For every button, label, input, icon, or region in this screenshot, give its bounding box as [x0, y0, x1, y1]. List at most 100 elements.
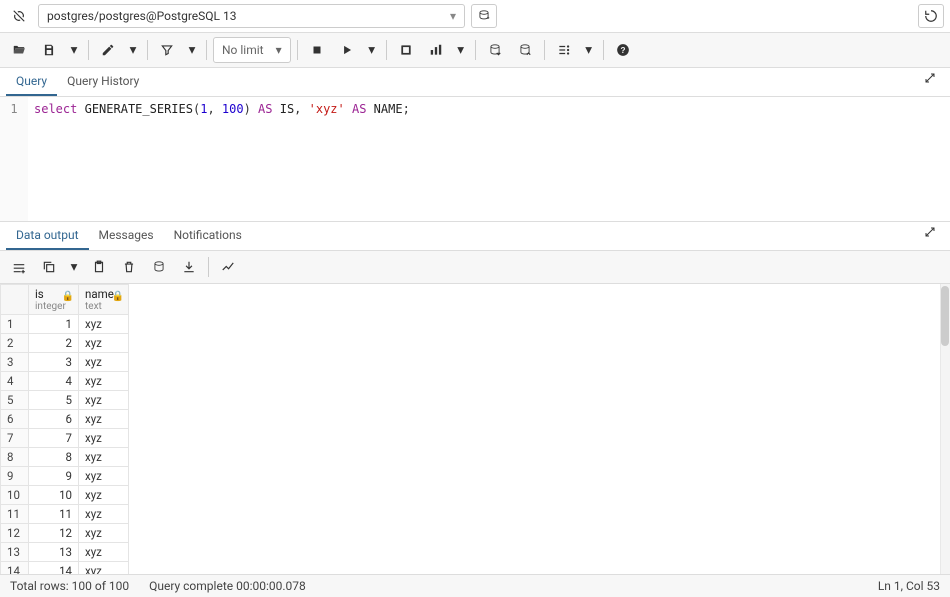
cell-is[interactable]: 10 — [29, 486, 79, 505]
cell-name[interactable]: xyz — [79, 467, 129, 486]
copy-button[interactable] — [36, 254, 62, 280]
table-row[interactable]: 1111xyz — [1, 505, 129, 524]
cell-name[interactable]: xyz — [79, 562, 129, 575]
column-header-is[interactable]: is integer 🔒 — [29, 285, 79, 315]
cell-is[interactable]: 1 — [29, 315, 79, 334]
copy-dropdown[interactable]: ▾ — [66, 254, 82, 280]
explain-dropdown[interactable]: ▾ — [453, 37, 469, 63]
download-button[interactable] — [176, 254, 202, 280]
reset-layout-button[interactable] — [918, 4, 944, 28]
tab-notifications[interactable]: Notifications — [164, 222, 252, 250]
row-number[interactable]: 13 — [1, 543, 29, 562]
cell-name[interactable]: xyz — [79, 543, 129, 562]
expand-editor-button[interactable] — [916, 68, 944, 96]
cell-name[interactable]: xyz — [79, 429, 129, 448]
cell-is[interactable]: 2 — [29, 334, 79, 353]
sql-code[interactable]: select GENERATE_SERIES(1, 100) AS IS, 'x… — [28, 97, 950, 221]
vertical-scrollbar[interactable] — [940, 284, 950, 574]
table-row[interactable]: 33xyz — [1, 353, 129, 372]
cell-is[interactable]: 5 — [29, 391, 79, 410]
new-connection-button[interactable] — [471, 4, 497, 28]
table-row[interactable]: 55xyz — [1, 391, 129, 410]
filter-dropdown[interactable]: ▾ — [184, 37, 200, 63]
row-number[interactable]: 8 — [1, 448, 29, 467]
table-row[interactable]: 1414xyz — [1, 562, 129, 575]
explain-analyze-button[interactable] — [423, 37, 449, 63]
add-row-button[interactable] — [6, 254, 32, 280]
cell-is[interactable]: 14 — [29, 562, 79, 575]
tab-query[interactable]: Query — [6, 68, 57, 96]
row-number[interactable]: 4 — [1, 372, 29, 391]
save-button[interactable] — [36, 37, 62, 63]
row-number[interactable]: 14 — [1, 562, 29, 575]
filter-button[interactable] — [154, 37, 180, 63]
table-row[interactable]: 11xyz — [1, 315, 129, 334]
row-number[interactable]: 1 — [1, 315, 29, 334]
cell-is[interactable]: 8 — [29, 448, 79, 467]
cell-name[interactable]: xyz — [79, 486, 129, 505]
row-number[interactable]: 3 — [1, 353, 29, 372]
cell-is[interactable]: 6 — [29, 410, 79, 429]
cell-is[interactable]: 13 — [29, 543, 79, 562]
rollback-button[interactable] — [512, 37, 538, 63]
macros-button[interactable] — [551, 37, 577, 63]
execute-button[interactable] — [334, 37, 360, 63]
cell-name[interactable]: xyz — [79, 524, 129, 543]
cell-name[interactable]: xyz — [79, 410, 129, 429]
cell-name[interactable]: xyz — [79, 448, 129, 467]
edit-button[interactable] — [95, 37, 121, 63]
column-header-name[interactable]: name text 🔒 — [79, 285, 129, 315]
table-row[interactable]: 88xyz — [1, 448, 129, 467]
row-number[interactable]: 7 — [1, 429, 29, 448]
tab-query-history[interactable]: Query History — [57, 68, 149, 96]
row-number[interactable]: 2 — [1, 334, 29, 353]
graph-visualizer-button[interactable] — [215, 254, 241, 280]
cell-name[interactable]: xyz — [79, 372, 129, 391]
data-grid-container[interactable]: is integer 🔒 name text 🔒 11xyz22xyz33xyz… — [0, 284, 950, 574]
table-row[interactable]: 1010xyz — [1, 486, 129, 505]
table-row[interactable]: 99xyz — [1, 467, 129, 486]
table-row[interactable]: 22xyz — [1, 334, 129, 353]
save-data-button[interactable] — [146, 254, 172, 280]
tab-messages[interactable]: Messages — [89, 222, 164, 250]
sql-editor[interactable]: 1 select GENERATE_SERIES(1, 100) AS IS, … — [0, 97, 950, 221]
connection-select[interactable]: postgres/postgres@PostgreSQL 13 ▾ — [38, 4, 465, 28]
save-dropdown[interactable]: ▾ — [66, 37, 82, 63]
row-number[interactable]: 10 — [1, 486, 29, 505]
explain-button[interactable] — [393, 37, 419, 63]
open-file-button[interactable] — [6, 37, 32, 63]
delete-button[interactable] — [116, 254, 142, 280]
row-number-header[interactable] — [1, 285, 29, 315]
edit-dropdown[interactable]: ▾ — [125, 37, 141, 63]
table-row[interactable]: 66xyz — [1, 410, 129, 429]
table-row[interactable]: 77xyz — [1, 429, 129, 448]
cell-is[interactable]: 11 — [29, 505, 79, 524]
cell-is[interactable]: 3 — [29, 353, 79, 372]
cell-name[interactable]: xyz — [79, 505, 129, 524]
commit-button[interactable] — [482, 37, 508, 63]
row-number[interactable]: 12 — [1, 524, 29, 543]
cell-name[interactable]: xyz — [79, 391, 129, 410]
expand-output-button[interactable] — [916, 222, 944, 250]
paste-button[interactable] — [86, 254, 112, 280]
table-row[interactable]: 1212xyz — [1, 524, 129, 543]
table-row[interactable]: 44xyz — [1, 372, 129, 391]
cell-name[interactable]: xyz — [79, 315, 129, 334]
row-number[interactable]: 6 — [1, 410, 29, 429]
table-row[interactable]: 1313xyz — [1, 543, 129, 562]
execute-dropdown[interactable]: ▾ — [364, 37, 380, 63]
limit-select[interactable]: No limit ▾ — [213, 37, 291, 63]
help-button[interactable]: ? — [610, 37, 636, 63]
stop-button[interactable] — [304, 37, 330, 63]
cell-is[interactable]: 9 — [29, 467, 79, 486]
tab-data-output[interactable]: Data output — [6, 222, 89, 250]
cell-name[interactable]: xyz — [79, 334, 129, 353]
row-number[interactable]: 11 — [1, 505, 29, 524]
row-number[interactable]: 5 — [1, 391, 29, 410]
cell-is[interactable]: 7 — [29, 429, 79, 448]
row-number[interactable]: 9 — [1, 467, 29, 486]
cell-is[interactable]: 4 — [29, 372, 79, 391]
scrollbar-thumb[interactable] — [941, 286, 949, 346]
cell-is[interactable]: 12 — [29, 524, 79, 543]
macros-dropdown[interactable]: ▾ — [581, 37, 597, 63]
